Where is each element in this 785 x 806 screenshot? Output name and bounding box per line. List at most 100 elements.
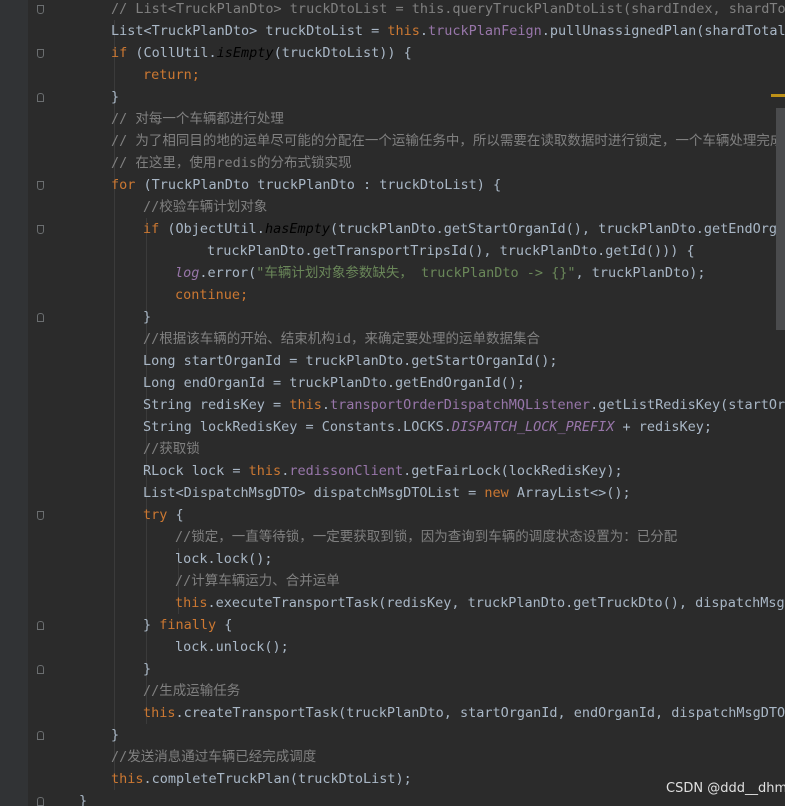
code-token: } [111, 727, 120, 743]
code-line[interactable]: return; [143, 64, 200, 86]
code-token: .executeTransportTask(redisKey, truckPla… [207, 595, 785, 611]
code-line[interactable]: Long startOrganId = truckPlanDto.getStar… [143, 350, 558, 372]
code-token: "车辆计划对象参数缺失， truckPlanDto -> {}" [256, 265, 576, 281]
code-line[interactable]: String redisKey = this.transportOrderDis… [143, 394, 785, 416]
code-token: .completeTruckPlan(truckDtoList); [143, 771, 412, 787]
code-token: return; [143, 67, 200, 83]
line-number [0, 438, 6, 460]
code-line[interactable]: } [111, 86, 119, 108]
line-number [0, 350, 6, 372]
fold-open-icon[interactable] [37, 511, 44, 520]
line-number [0, 108, 6, 130]
code-token: redissonClient [289, 463, 404, 479]
code-line[interactable]: } [143, 658, 151, 680]
code-token: if [111, 45, 136, 61]
code-token: String lockRedisKey = Constants.LOCKS. [143, 419, 452, 435]
code-token: log [175, 265, 200, 281]
code-token: new [484, 485, 517, 501]
code-line[interactable]: try { [143, 504, 184, 526]
code-line[interactable]: this.createTransportTask(truckPlanDto, s… [143, 702, 785, 724]
code-token: finally [159, 617, 225, 633]
code-token: isEmpty [216, 45, 274, 61]
code-token: (truckPlanDto.getStartOrganId(), truckPl… [329, 221, 785, 237]
code-line[interactable]: truckPlanDto.getTransportTripsId(), truc… [207, 240, 695, 262]
code-token: // 为了相同目的地的运单尽可能的分配在一个运输任务中，所以需要在读取数据时进行… [111, 133, 785, 149]
line-number [0, 416, 6, 438]
code-token: . [419, 23, 428, 39]
warning-marker[interactable] [771, 94, 785, 97]
code-line[interactable]: } finally { [143, 614, 232, 636]
code-line[interactable]: RLock lock = this.redissonClient.getFair… [143, 460, 623, 482]
fold-close-icon[interactable] [37, 665, 44, 674]
code-line[interactable]: //计算车辆运力、合并运单 [175, 570, 340, 592]
code-line[interactable]: lock.lock(); [175, 548, 273, 570]
line-number [0, 64, 6, 86]
code-line[interactable]: //获取锁 [143, 438, 200, 460]
fold-close-icon[interactable] [37, 621, 44, 630]
code-token: continue; [175, 287, 249, 303]
line-number [0, 262, 6, 284]
code-line[interactable]: List<TruckPlanDto> truckDtoList = this.t… [111, 20, 785, 42]
line-number [0, 504, 6, 526]
line-number [0, 174, 6, 196]
code-line[interactable]: continue; [175, 284, 248, 306]
code-line[interactable]: for (TruckPlanDto truckPlanDto : truckDt… [111, 174, 501, 196]
code-line[interactable]: //生成运输任务 [143, 680, 240, 702]
code-line[interactable]: if (ObjectUtil.hasEmpty(truckPlanDto.get… [143, 218, 785, 240]
line-number [0, 306, 6, 328]
code-line[interactable]: String lockRedisKey = Constants.LOCKS.DI… [143, 416, 712, 438]
fold-close-icon[interactable] [37, 93, 44, 102]
line-number [0, 152, 6, 174]
vertical-scrollbar-thumb[interactable] [776, 108, 785, 330]
code-line[interactable]: if (CollUtil.isEmpty(truckDtoList)) { [111, 42, 412, 64]
code-token: this [248, 463, 282, 479]
code-line[interactable]: this.executeTransportTask(redisKey, truc… [175, 592, 785, 614]
code-line[interactable]: // 为了相同目的地的运单尽可能的分配在一个运输任务中，所以需要在读取数据时进行… [111, 130, 785, 152]
fold-open-icon[interactable] [37, 49, 44, 58]
code-line[interactable]: this.completeTruckPlan(truckDtoList); [111, 768, 412, 790]
code-line[interactable]: List<DispatchMsgDTO> dispatchMsgDTOList … [143, 482, 631, 504]
line-number [0, 284, 6, 306]
fold-open-icon[interactable] [37, 5, 44, 14]
line-number [0, 130, 6, 152]
code-token: .error( [199, 265, 257, 281]
code-token: String redisKey = [143, 397, 290, 413]
fold-open-icon[interactable] [37, 181, 44, 190]
code-token: } [111, 89, 120, 105]
code-token: lock.unlock(); [175, 639, 289, 655]
fold-open-icon[interactable] [37, 225, 44, 234]
code-token: .getFairLock(lockRedisKey); [403, 463, 623, 479]
code-line[interactable]: //锁定，一直等待锁，一定要获取到锁，因为查询到车辆的调度状态设置为：已分配 [175, 526, 677, 548]
code-token: transportOrderDispatchMQListener [329, 397, 591, 413]
line-number [0, 570, 6, 592]
line-number [0, 746, 6, 768]
code-line[interactable]: // List<TruckPlanDto> truckDtoList = thi… [111, 0, 785, 20]
fold-close-icon[interactable] [37, 731, 44, 740]
line-number [0, 702, 6, 724]
code-line[interactable]: } [111, 724, 119, 746]
code-line[interactable]: lock.unlock(); [175, 636, 289, 658]
code-token: List<DispatchMsgDTO> dispatchMsgDTOList … [143, 485, 485, 501]
code-line[interactable]: // 对每一个车辆都进行处理 [111, 108, 284, 130]
code-token: this [143, 705, 176, 721]
code-line[interactable]: Long endOrganId = truckPlanDto.getEndOrg… [143, 372, 525, 394]
code-line[interactable]: } [143, 306, 151, 328]
code-token: //校验车辆计划对象 [143, 199, 268, 215]
code-token: } [79, 793, 88, 806]
code-line[interactable]: //校验车辆计划对象 [143, 196, 267, 218]
code-token: //锁定，一直等待锁，一定要获取到锁，因为查询到车辆的调度状态设置为：已分配 [175, 529, 678, 545]
fold-close-icon[interactable] [37, 313, 44, 322]
code-line[interactable]: //根据该车辆的开始、结束机构id，来确定要处理的运单数据集合 [143, 328, 540, 350]
line-number [0, 394, 6, 416]
code-token: if [143, 221, 168, 237]
code-line[interactable]: log.error("车辆计划对象参数缺失， truckPlanDto -> {… [175, 262, 706, 284]
code-line[interactable]: // 在这里，使用redis的分布式锁实现 [111, 152, 352, 174]
watermark: CSDN @ddd__dhm [666, 781, 785, 796]
fold-close-icon[interactable] [37, 797, 44, 806]
line-number [0, 658, 6, 680]
code-line[interactable]: //发送消息通过车辆已经完成调度 [111, 746, 316, 768]
code-editor[interactable]: // List<TruckPlanDto> truckDtoList = thi… [0, 0, 785, 806]
code-line[interactable]: } [79, 790, 87, 806]
code-token: truckPlanFeign [428, 23, 542, 39]
code-token: (CollUtil. [135, 45, 217, 61]
